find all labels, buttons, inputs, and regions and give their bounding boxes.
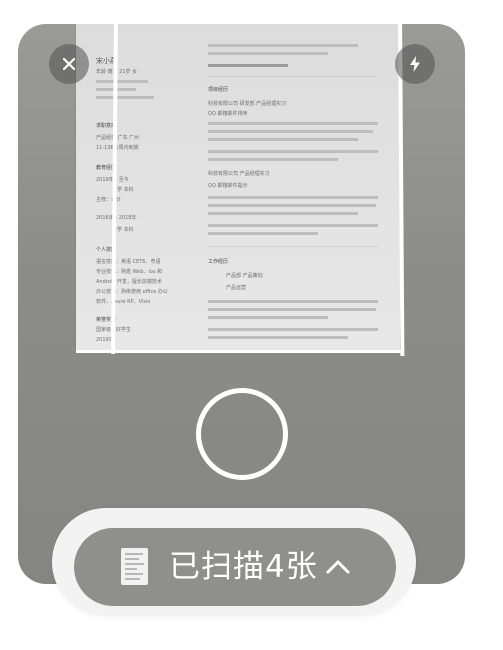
doc-skill-line: 软件、Axure RP、Visio bbox=[96, 299, 151, 305]
scanned-document-preview: 宋小燕 年龄 籍贯 21岁 女 求职意向 产品经理 广东 广州 11-13K 1… bbox=[76, 24, 400, 351]
doc-line bbox=[208, 316, 328, 319]
doc-line bbox=[208, 196, 378, 199]
doc-section-work: 工作经历 bbox=[208, 259, 229, 265]
doc-line bbox=[208, 158, 338, 161]
doc-line bbox=[208, 212, 358, 215]
chevron-up-icon bbox=[326, 560, 350, 574]
close-icon bbox=[62, 57, 76, 71]
doc-line bbox=[208, 150, 378, 153]
thumb-line bbox=[125, 578, 140, 580]
doc-skill-line: 语言技能：英语 CET6、粤语 bbox=[96, 259, 161, 265]
doc-project-line: QQ 邮箱邮件排序 bbox=[208, 111, 248, 117]
doc-intent-line: 产品经理 广东 广州 bbox=[96, 135, 140, 141]
doc-section-project: 项目经历 bbox=[208, 87, 229, 93]
doc-line bbox=[208, 44, 358, 47]
doc-divider bbox=[208, 246, 378, 247]
camera-preview: 宋小燕 年龄 籍贯 21岁 女 求职意向 产品经理 广东 广州 11-13K 1… bbox=[18, 24, 465, 584]
close-button[interactable] bbox=[49, 44, 89, 84]
scan-thumbnail bbox=[121, 548, 148, 585]
doc-project-line: 科技有限公司 研发部 产品经理实习 bbox=[208, 101, 287, 107]
doc-line bbox=[208, 300, 378, 303]
doc-line bbox=[208, 64, 288, 67]
flash-button[interactable] bbox=[395, 44, 435, 84]
camera-frame: 宋小燕 年龄 籍贯 21岁 女 求职意向 产品经理 广东 广州 11-13K 1… bbox=[18, 24, 465, 584]
lightning-icon bbox=[410, 56, 420, 72]
doc-line bbox=[208, 328, 378, 331]
detected-edge-bottom bbox=[76, 350, 402, 353]
doc-line bbox=[208, 122, 378, 125]
scanned-count-label: 已扫描4张 bbox=[169, 549, 318, 585]
doc-education-line: 主修：设计 bbox=[96, 197, 122, 203]
doc-project-line: 科技有限公司 产品经理实习 bbox=[208, 171, 270, 177]
thumb-line bbox=[125, 563, 144, 565]
doc-line bbox=[208, 138, 358, 141]
doc-line bbox=[208, 130, 373, 133]
doc-line bbox=[208, 52, 328, 55]
thumb-line bbox=[125, 568, 137, 570]
doc-divider bbox=[208, 76, 378, 77]
doc-intent-line: 11-13K 1周内到岗 bbox=[96, 145, 139, 151]
doc-line bbox=[96, 96, 154, 99]
doc-line bbox=[208, 336, 348, 339]
doc-line bbox=[208, 224, 378, 227]
doc-skill-line: Android 开发，擅长前端技术 bbox=[96, 279, 162, 285]
doc-project-line: QQ 邮箱邮件提示 bbox=[208, 183, 248, 189]
doc-line bbox=[208, 204, 376, 207]
doc-skill-line: 专业技能：熟悉 Web、ios 和 bbox=[96, 269, 163, 275]
thumb-line bbox=[125, 573, 143, 575]
shutter-button[interactable] bbox=[196, 388, 288, 480]
thumb-line bbox=[125, 558, 139, 560]
doc-line bbox=[96, 80, 148, 83]
thumb-line bbox=[125, 553, 143, 555]
doc-skill-line: 办公技能：熟练使用 office 办公 bbox=[96, 289, 168, 295]
doc-work-line: 产品运营 bbox=[226, 285, 247, 291]
doc-line bbox=[208, 308, 376, 311]
doc-work-line: 产品部 产品策划 bbox=[226, 273, 263, 279]
doc-line bbox=[208, 232, 318, 235]
scanned-count-button[interactable]: 已扫描4张 bbox=[74, 528, 396, 606]
